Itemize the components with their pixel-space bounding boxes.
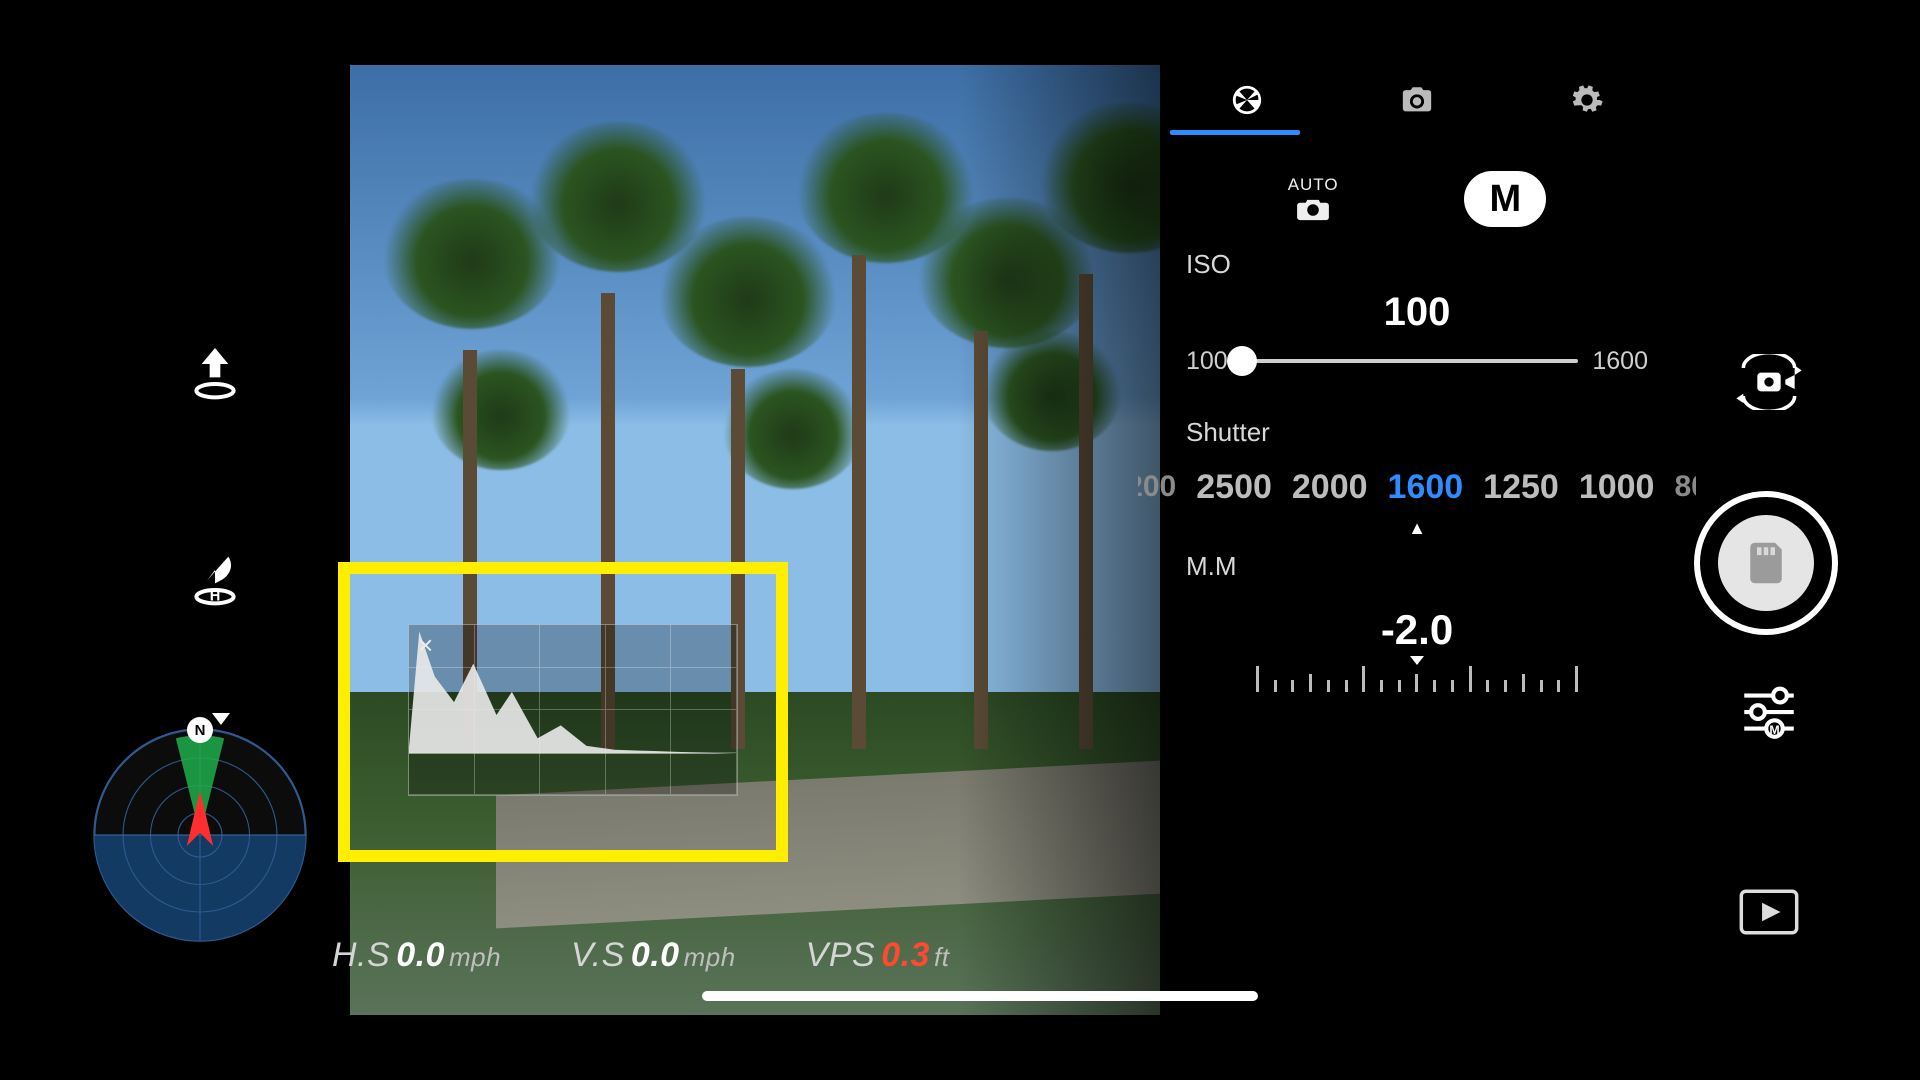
shutter-option[interactable]: 2000 <box>1292 468 1368 507</box>
iso-min: 100 <box>1186 347 1228 376</box>
shutter-pointer-icon: ▲ <box>1162 518 1672 539</box>
svg-text:H: H <box>210 589 221 605</box>
shutter-option[interactable]: 1000 <box>1579 468 1655 507</box>
mm-scale[interactable] <box>1256 660 1578 692</box>
switch-mode-icon <box>1734 354 1804 410</box>
takeoff-icon <box>183 340 247 404</box>
compass-north-label: N <box>195 722 206 739</box>
telemetry-vs-tag: V.S <box>571 936 625 974</box>
shutter-button[interactable] <box>1694 491 1838 635</box>
histogram-close-button[interactable]: × <box>418 630 433 661</box>
histogram-curve <box>409 625 737 754</box>
camera-small-icon <box>1295 197 1331 223</box>
camera-settings-panel: AUTO M ISO 100 100 1600 Shutter 3200 250… <box>1162 65 1672 1015</box>
compass-north-badge: N <box>187 717 213 743</box>
telemetry-hs: H.S0.0mph <box>332 936 501 975</box>
shutter-option[interactable]: 800 <box>1674 470 1696 504</box>
telemetry-bar: H.S0.0mph V.S0.0mph VPS0.3ft <box>332 936 949 975</box>
histogram[interactable] <box>408 624 738 796</box>
telemetry-vps: VPS0.3ft <box>806 936 950 975</box>
mode-auto-label: AUTO <box>1288 175 1339 194</box>
return-home-button[interactable]: H <box>170 533 260 623</box>
shutter-picker[interactable]: 3200 2500 2000 1600 1250 1000 800 <box>1138 458 1696 516</box>
mm-value: -2.0 <box>1186 606 1648 654</box>
shutter-option-selected[interactable]: 1600 <box>1388 468 1464 507</box>
mm-label: M.M <box>1186 551 1648 582</box>
mode-manual[interactable]: M <box>1464 171 1546 227</box>
mode-auto[interactable]: AUTO <box>1288 175 1339 223</box>
telemetry-vps-unit: ft <box>934 942 949 972</box>
telemetry-hs-unit: mph <box>449 942 501 972</box>
iso-label: ISO <box>1186 249 1648 280</box>
camera-live-feed <box>350 65 1160 1015</box>
settings-tabs <box>1162 65 1672 135</box>
telemetry-hs-value: 0.0 <box>396 936 445 974</box>
compass-arrow-icon <box>212 713 230 725</box>
iso-slider[interactable]: 100 1600 <box>1186 341 1648 381</box>
mm-scale-pointer-icon <box>1410 656 1424 665</box>
attitude-radar[interactable]: N <box>90 725 310 945</box>
shutter-label: Shutter <box>1186 417 1648 448</box>
switch-photo-video-button[interactable] <box>1724 337 1814 427</box>
sd-card-icon <box>1739 536 1793 590</box>
mode-manual-label: M <box>1489 178 1521 221</box>
tab-underline <box>1170 130 1300 135</box>
telemetry-vps-value: 0.3 <box>881 936 930 974</box>
telemetry-vps-tag: VPS <box>806 936 876 974</box>
telemetry-hs-tag: H.S <box>332 936 390 974</box>
video-seek-bar[interactable] <box>702 991 1258 1001</box>
aperture-icon <box>1230 83 1264 117</box>
play-icon <box>1739 888 1799 936</box>
camera-icon <box>1400 83 1434 117</box>
shutter-option[interactable]: 1250 <box>1483 468 1559 507</box>
tab-exposure[interactable] <box>1162 65 1332 135</box>
gear-icon <box>1570 83 1604 117</box>
takeoff-button[interactable] <box>170 327 260 417</box>
return-home-icon: H <box>183 546 247 610</box>
telemetry-vs-unit: mph <box>684 942 736 972</box>
telemetry-vs-value: 0.0 <box>631 936 680 974</box>
sliders-icon: M <box>1736 679 1802 745</box>
telemetry-vs: V.S0.0mph <box>571 936 736 975</box>
iso-value: 100 <box>1186 290 1648 335</box>
tab-settings[interactable] <box>1502 65 1672 135</box>
radar-icon <box>90 725 310 945</box>
shutter-option[interactable]: 3200 <box>1138 470 1176 504</box>
playback-button[interactable] <box>1724 867 1814 957</box>
iso-slider-knob[interactable] <box>1227 346 1257 376</box>
svg-text:M: M <box>1769 723 1779 737</box>
advanced-settings-button[interactable]: M <box>1724 667 1814 757</box>
histogram-highlight: × <box>338 562 788 862</box>
shutter-option[interactable]: 2500 <box>1196 468 1272 507</box>
tab-photo[interactable] <box>1332 65 1502 135</box>
iso-max: 1600 <box>1592 347 1648 376</box>
